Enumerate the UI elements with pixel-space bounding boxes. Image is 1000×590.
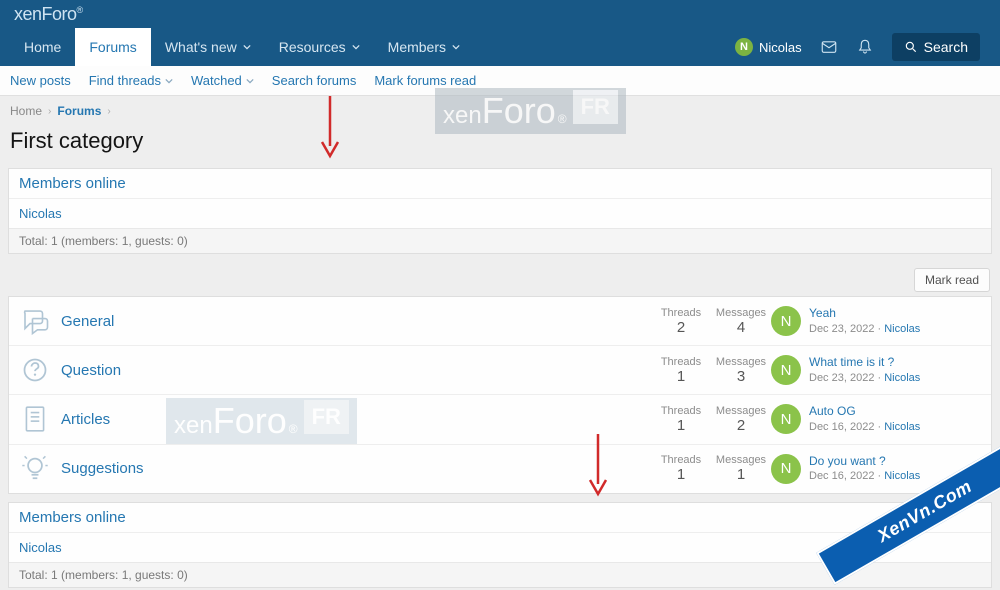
latest-date: Dec 16, 2022: [809, 421, 874, 433]
latest-date: Dec 23, 2022: [809, 372, 874, 384]
subnav-watched[interactable]: Watched: [191, 73, 254, 88]
nav-tabs: Home Forums What's new Resources Members: [10, 28, 735, 66]
chevron-down-icon: [352, 43, 360, 51]
widget-member[interactable]: Nicolas: [9, 533, 991, 562]
messages-stat: Messages4: [711, 307, 771, 336]
forum-icon: [19, 305, 51, 337]
inbox-icon[interactable]: [820, 38, 838, 56]
latest-post: N Do you want ? Dec 16, 2022 · Nicolas: [771, 453, 981, 485]
forum-icon: [19, 453, 51, 485]
threads-stat: Threads1: [651, 454, 711, 483]
chevron-down-icon: [243, 43, 251, 51]
forum-row: Articles Threads1 Messages2 N Auto OG De…: [9, 395, 991, 444]
widget-title: Members online: [9, 169, 991, 199]
members-online-widget-bottom: Members online Nicolas Total: 1 (members…: [8, 502, 992, 588]
latest-date: Dec 23, 2022: [809, 323, 874, 335]
latest-user-link[interactable]: Nicolas: [884, 470, 920, 482]
subnav-newposts[interactable]: New posts: [10, 73, 71, 88]
latest-user-link[interactable]: Nicolas: [884, 372, 920, 384]
page-title: First category: [0, 126, 1000, 164]
sub-nav: New posts Find threads Watched Search fo…: [0, 66, 1000, 96]
messages-stat: Messages2: [711, 405, 771, 434]
forum-row: Question Threads1 Messages3 N What time …: [9, 346, 991, 395]
actions-row: Mark read: [0, 262, 1000, 296]
nav-tab-resources[interactable]: Resources: [265, 28, 374, 66]
forum-link[interactable]: Articles: [61, 411, 651, 428]
main-nav: Home Forums What's new Resources Members…: [0, 28, 1000, 66]
nav-tab-members[interactable]: Members: [374, 28, 474, 66]
forum-link[interactable]: Question: [61, 362, 651, 379]
widget-title: Members online: [9, 503, 991, 533]
breadcrumb-current[interactable]: Forums: [57, 104, 101, 118]
threads-stat: Threads1: [651, 356, 711, 385]
forum-row: General Threads2 Messages4 N Yeah Dec 23…: [9, 297, 991, 346]
messages-stat: Messages1: [711, 454, 771, 483]
search-icon: [904, 40, 918, 54]
latest-user-link[interactable]: Nicolas: [884, 323, 920, 335]
forum-link[interactable]: Suggestions: [61, 460, 651, 477]
forum-link[interactable]: General: [61, 313, 651, 330]
forum-icon: [19, 354, 51, 386]
poster-avatar[interactable]: N: [771, 355, 801, 385]
latest-post: N Yeah Dec 23, 2022 · Nicolas: [771, 305, 981, 337]
user-menu[interactable]: N Nicolas: [735, 38, 802, 56]
threads-stat: Threads1: [651, 405, 711, 434]
forum-row: Suggestions Threads1 Messages1 N Do you …: [9, 445, 991, 493]
nav-tab-whatsnew[interactable]: What's new: [151, 28, 265, 66]
members-online-widget-top: Members online Nicolas Total: 1 (members…: [8, 168, 992, 254]
latest-user-link[interactable]: Nicolas: [884, 421, 920, 433]
chevron-down-icon: [452, 43, 460, 51]
latest-thread-link[interactable]: Auto OG: [809, 403, 920, 420]
forum-icon: [19, 403, 51, 435]
search-button[interactable]: Search: [892, 33, 980, 61]
widget-stats: Total: 1 (members: 1, guests: 0): [9, 562, 991, 587]
poster-avatar[interactable]: N: [771, 306, 801, 336]
breadcrumb: Home › Forums ›: [0, 96, 1000, 126]
poster-avatar[interactable]: N: [771, 454, 801, 484]
latest-thread-link[interactable]: Do you want ?: [809, 453, 920, 470]
logo[interactable]: xenForo®: [14, 4, 83, 25]
nav-tab-forums[interactable]: Forums: [75, 28, 150, 66]
user-name: Nicolas: [759, 40, 802, 55]
widget-stats: Total: 1 (members: 1, guests: 0): [9, 228, 991, 253]
user-avatar: N: [735, 38, 753, 56]
chevron-down-icon: [246, 77, 254, 85]
forum-list: General Threads2 Messages4 N Yeah Dec 23…: [8, 296, 992, 494]
latest-thread-link[interactable]: Yeah: [809, 305, 920, 322]
subnav-markread[interactable]: Mark forums read: [374, 73, 476, 88]
subnav-searchforums[interactable]: Search forums: [272, 73, 357, 88]
latest-thread-link[interactable]: What time is it ?: [809, 354, 920, 371]
subnav-findthreads[interactable]: Find threads: [89, 73, 173, 88]
threads-stat: Threads2: [651, 307, 711, 336]
header-bar: xenForo®: [0, 0, 1000, 28]
latest-post: N What time is it ? Dec 23, 2022 · Nicol…: [771, 354, 981, 386]
nav-tab-home[interactable]: Home: [10, 28, 75, 66]
mark-read-button[interactable]: Mark read: [914, 268, 990, 292]
messages-stat: Messages3: [711, 356, 771, 385]
chevron-right-icon: ›: [48, 106, 51, 117]
breadcrumb-home[interactable]: Home: [10, 104, 42, 118]
poster-avatar[interactable]: N: [771, 404, 801, 434]
bell-icon[interactable]: [856, 38, 874, 56]
latest-post: N Auto OG Dec 16, 2022 · Nicolas: [771, 403, 981, 435]
chevron-right-icon: ›: [107, 106, 110, 117]
latest-date: Dec 16, 2022: [809, 470, 874, 482]
widget-member[interactable]: Nicolas: [9, 199, 991, 228]
chevron-down-icon: [165, 77, 173, 85]
